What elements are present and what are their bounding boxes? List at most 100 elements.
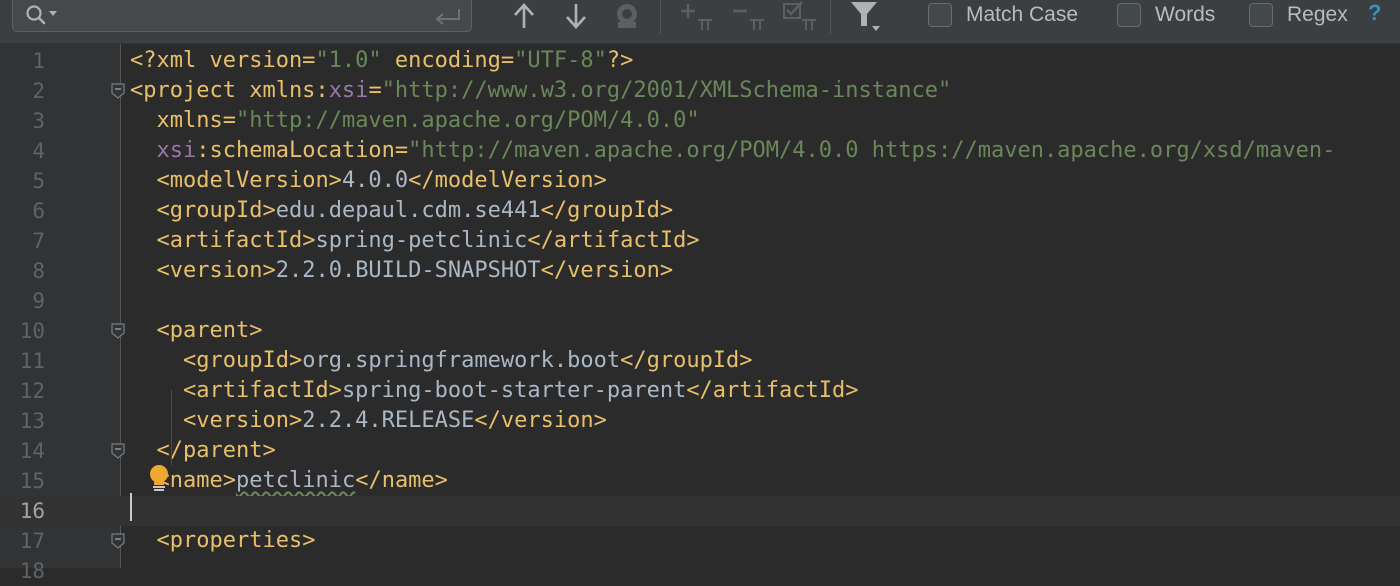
code-token-txt: org.springframework.boot	[302, 348, 621, 373]
match-case-label: Match Case	[966, 3, 1079, 26]
code-line-text: <parent>	[130, 318, 263, 343]
code-line-text: <modelVersion>4.0.0</modelVersion>	[130, 170, 607, 192]
words-label: Words	[1155, 3, 1216, 26]
line-number: 2	[32, 79, 45, 103]
code-token-tag: </version>	[540, 258, 674, 283]
code-line[interactable]: 9	[0, 286, 1400, 316]
code-line[interactable]: 18	[0, 556, 1400, 586]
code-line[interactable]: 13 <version>2.2.4.RELEASE</version>	[0, 406, 1400, 436]
fold-marker-icon[interactable]	[111, 443, 125, 459]
code-token-txt: edu.depaul.cdm.se441	[275, 198, 541, 223]
code-line[interactable]: 12 <artifactId>spring-boot-starter-paren…	[0, 376, 1400, 406]
line-number: 11	[19, 349, 45, 373]
code-token-tag: <properties>	[156, 528, 316, 553]
code-editor[interactable]: 1 <?xml version="1.0" encoding="UTF-8"?> 2…	[0, 44, 1400, 582]
add-occurrence-icon[interactable]	[680, 2, 714, 30]
fold-marker-icon[interactable]	[111, 83, 125, 99]
find-toolbar: Match Case Words Regex ?	[0, 0, 1400, 44]
code-line[interactable]: 15 <name>petclinic</name>	[0, 466, 1400, 496]
enter-icon[interactable]	[433, 7, 463, 25]
code-line[interactable]: 11 <groupId>org.springframework.boot</gr…	[0, 346, 1400, 376]
regex-help-button[interactable]: ?	[1368, 0, 1381, 26]
code-token-txt: spring-petclinic	[315, 228, 528, 253]
code-token-tag: xmlns=	[156, 108, 236, 133]
code-token-tag: </name>	[355, 468, 448, 493]
select-occurrence-icon[interactable]	[782, 0, 816, 30]
words-checkbox[interactable]: Words	[1117, 1, 1215, 29]
toolbar-separator	[830, 0, 831, 34]
search-field[interactable]	[12, 0, 472, 32]
code-token-tag: <version>	[156, 258, 276, 283]
code-line[interactable]: 8 <version>2.2.0.BUILD-SNAPSHOT</version…	[0, 256, 1400, 286]
code-line-text: </parent>	[130, 440, 276, 462]
line-number: 4	[32, 139, 45, 163]
code-line[interactable]: 6 <groupId>edu.depaul.cdm.se441</groupId…	[0, 196, 1400, 226]
select-all-occurrences-icon[interactable]	[612, 0, 644, 32]
words-checkbox-box[interactable]	[1117, 3, 1141, 27]
line-number: 9	[32, 289, 45, 313]
regex-checkbox-box[interactable]	[1249, 3, 1273, 27]
code-token-txt: 4.0.0	[341, 168, 409, 193]
code-line[interactable]: 5 <modelVersion>4.0.0</modelVersion>	[0, 166, 1400, 196]
code-token-txt: spring-boot-starter-parent	[341, 378, 687, 403]
search-input[interactable]	[63, 0, 427, 27]
line-number: 7	[32, 229, 45, 253]
arrow-up-icon[interactable]	[511, 2, 537, 30]
code-line[interactable]: 10 <parent>	[0, 316, 1400, 346]
code-token-val: "http://maven.apache.org/POM/4.0.0"	[235, 108, 700, 133]
code-token-tag: ?>	[606, 48, 634, 73]
code-token-ns: xsi	[156, 138, 197, 163]
code-token-ns: xsi	[328, 78, 369, 103]
code-line[interactable]: 16	[0, 496, 1400, 526]
text-caret	[130, 493, 132, 521]
code-line-text: <name>petclinic</name>	[130, 470, 448, 492]
code-token-tag: <project xmlns:	[130, 78, 329, 103]
match-case-checkbox[interactable]: Match Case	[928, 1, 1078, 29]
regex-label: Regex	[1287, 3, 1348, 26]
code-line[interactable]: 7 <artifactId>spring-petclinic</artifact…	[0, 226, 1400, 256]
code-token-tag: </artifactId>	[686, 378, 859, 403]
arrow-down-icon[interactable]	[563, 2, 589, 30]
search-icon[interactable]	[25, 4, 61, 26]
fold-marker-icon[interactable]	[111, 533, 125, 549]
code-token-tag: </artifactId>	[527, 228, 700, 253]
code-token-tag: </modelVersion>	[408, 168, 607, 193]
code-token-tag: </parent>	[156, 438, 276, 463]
code-line[interactable]: 2 <project xmlns:xsi="http://www.w3.org/2…	[0, 76, 1400, 106]
code-token-tag: </version>	[474, 408, 607, 433]
match-case-checkbox-box[interactable]	[928, 3, 952, 27]
line-number: 13	[19, 409, 45, 433]
code-token-tag: encoding=	[381, 48, 515, 73]
regex-checkbox[interactable]: Regex	[1249, 1, 1348, 29]
code-token-spell: petclinic	[235, 468, 356, 493]
line-number: 17	[19, 529, 45, 553]
code-token-tag: <groupId>	[182, 348, 303, 373]
line-number: 8	[32, 259, 45, 283]
line-number: 1	[32, 49, 45, 73]
line-number: 14	[19, 439, 45, 463]
code-line[interactable]: 17 <properties>	[0, 526, 1400, 556]
intention-bulb-icon[interactable]	[148, 464, 170, 492]
line-number: 16	[19, 499, 45, 523]
indent-guide	[171, 390, 172, 465]
code-line[interactable]: 3 xmlns="http://maven.apache.org/POM/4.0…	[0, 106, 1400, 136]
toolbar-separator	[660, 0, 661, 34]
remove-occurrence-icon[interactable]	[732, 2, 766, 30]
code-line[interactable]: 1 <?xml version="1.0" encoding="UTF-8"?>	[0, 46, 1400, 76]
code-line[interactable]: 4 xsi:schemaLocation="http://maven.apach…	[0, 136, 1400, 166]
fold-marker-icon[interactable]	[111, 323, 125, 339]
line-number: 18	[19, 559, 45, 583]
code-line[interactable]: 14 </parent>	[0, 436, 1400, 466]
filter-icon[interactable]	[848, 0, 884, 34]
line-number: 3	[32, 109, 45, 133]
code-token-tag: <modelVersion>	[156, 168, 342, 193]
code-token-tag: <artifactId>	[156, 228, 316, 253]
